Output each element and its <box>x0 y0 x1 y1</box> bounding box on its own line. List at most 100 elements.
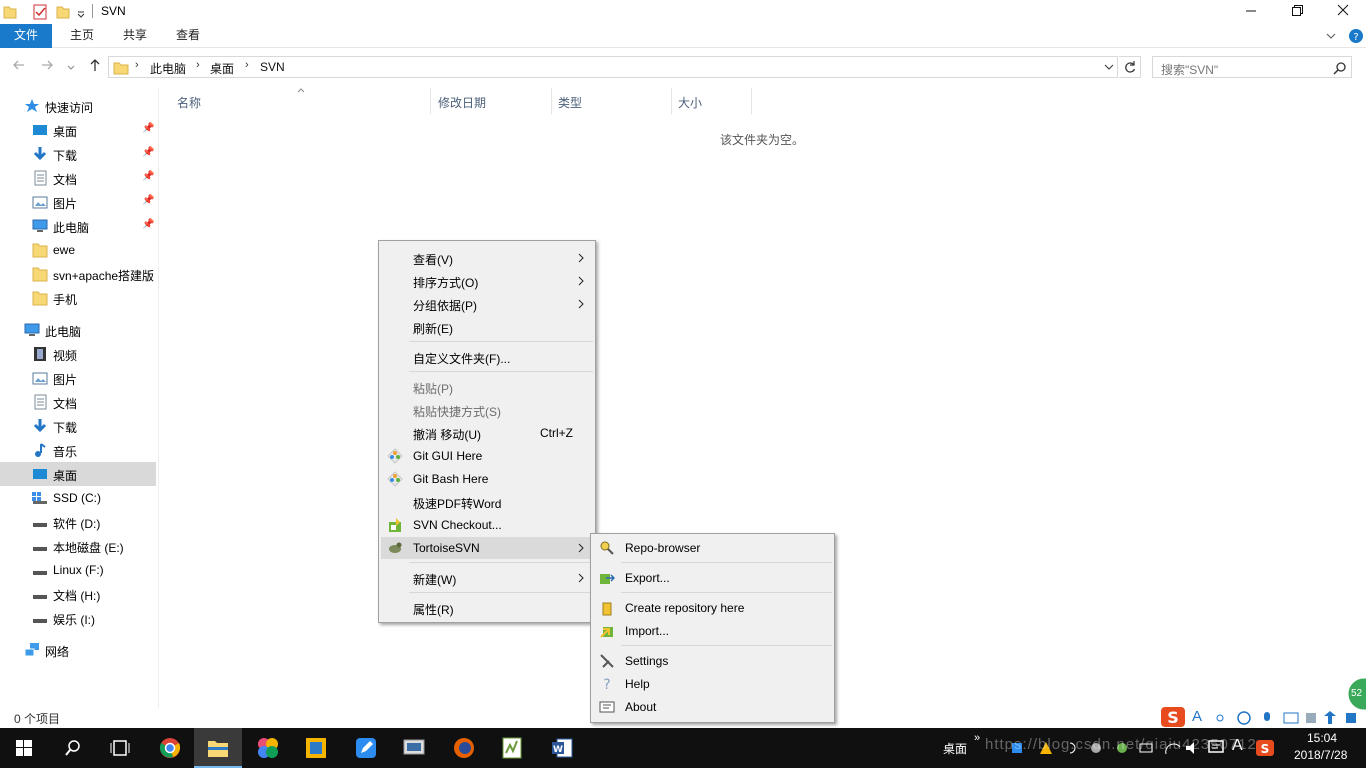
menu-item-create-repository[interactable]: Create repository here <box>593 597 832 619</box>
menu-item-sort[interactable]: 排序方式(O) <box>381 270 593 292</box>
start-button[interactable] <box>0 728 48 768</box>
new-folder-icon[interactable] <box>56 4 70 20</box>
nav-item-pc-documents[interactable]: 文档 <box>0 390 156 414</box>
task-view-button[interactable] <box>96 728 144 768</box>
recent-locations-button[interactable] <box>66 60 76 76</box>
toolbar-expand-icon[interactable]: » <box>974 732 980 744</box>
tab-share[interactable]: 共享 <box>111 24 159 48</box>
menu-item-repo-browser[interactable]: Repo-browser <box>593 537 832 559</box>
clock-time[interactable]: 15:04 <box>1307 731 1337 745</box>
column-divider[interactable] <box>751 88 752 114</box>
nav-item-drive-c[interactable]: SSD (C:) <box>0 486 156 510</box>
menu-item-git-bash[interactable]: Git Bash Here <box>381 468 593 490</box>
nav-item-videos[interactable]: 视频 <box>0 342 156 366</box>
firefox-button[interactable] <box>440 728 488 768</box>
search-button[interactable] <box>48 728 96 768</box>
customize-toolbar-icon[interactable] <box>76 4 86 20</box>
minimize-button[interactable] <box>1228 0 1274 24</box>
photos-app-button[interactable] <box>244 728 292 768</box>
search-input[interactable]: 搜索"SVN" <box>1152 56 1352 78</box>
nav-item-pictures[interactable]: 图片 📌 <box>0 190 156 214</box>
menu-item-paste[interactable]: 粘贴(P) <box>381 376 593 398</box>
nav-item-pc-downloads[interactable]: 下载 <box>0 414 156 438</box>
back-button[interactable] <box>12 58 26 75</box>
drive-icon <box>33 547 47 551</box>
address-dropdown-icon[interactable] <box>1103 63 1115 73</box>
menu-item-export[interactable]: Export... <box>593 567 832 589</box>
ime-language[interactable]: A <box>1192 708 1202 725</box>
up-button[interactable] <box>88 58 102 75</box>
ime-tool-icons[interactable] <box>1210 710 1360 726</box>
ime-toolbar[interactable]: S A <box>1160 706 1366 728</box>
nav-item-drive-d[interactable]: 软件 (D:) <box>0 510 156 534</box>
menu-item-refresh[interactable]: 刷新(E) <box>381 316 593 338</box>
column-header-modified[interactable]: 修改日期 <box>431 88 551 114</box>
app-button[interactable] <box>292 728 340 768</box>
nav-quick-access[interactable]: 快速访问 <box>0 94 156 118</box>
menu-item-about[interactable]: About <box>593 696 832 718</box>
editor-button[interactable] <box>488 728 536 768</box>
nav-item-this-pc-quick[interactable]: 此电脑 📌 <box>0 214 156 238</box>
menu-item-svn-checkout[interactable]: SVN Checkout... <box>381 514 593 536</box>
nav-item-music[interactable]: 音乐 <box>0 438 156 462</box>
clock-date[interactable]: 2018/7/28 <box>1294 748 1347 762</box>
expand-ribbon-icon[interactable] <box>1325 30 1337 42</box>
tab-file[interactable]: 文件 <box>0 24 53 48</box>
nav-item-drive-i[interactable]: 娱乐 (I:) <box>0 606 156 630</box>
word-button[interactable]: W <box>538 728 586 768</box>
menu-item-settings[interactable]: Settings <box>593 650 832 672</box>
refresh-button[interactable] <box>1119 56 1141 78</box>
address-bar[interactable]: › 此电脑 › 桌面 › SVN <box>108 56 1118 78</box>
breadcrumb-desktop[interactable]: 桌面 <box>210 60 234 77</box>
menu-item-new[interactable]: 新建(W) <box>381 567 593 589</box>
sogou-icon[interactable]: S <box>1160 706 1186 728</box>
nav-item-drive-f[interactable]: Linux (F:) <box>0 558 156 582</box>
breadcrumb-separator[interactable]: › <box>135 59 139 71</box>
nav-item-phone[interactable]: 手机 <box>0 286 156 310</box>
chrome-button[interactable] <box>146 728 194 768</box>
forward-button[interactable] <box>40 58 54 75</box>
tab-view[interactable]: 查看 <box>164 24 212 48</box>
menu-item-tortoisesvn[interactable]: TortoiseSVN <box>381 537 593 559</box>
properties-icon[interactable] <box>32 4 48 20</box>
close-button[interactable] <box>1320 0 1366 24</box>
breadcrumb-separator[interactable]: › <box>245 59 249 71</box>
nav-item-ewe[interactable]: ewe <box>0 238 156 262</box>
menu-item-view[interactable]: 查看(V) <box>381 247 593 269</box>
restore-button[interactable] <box>1274 0 1320 24</box>
nav-item-pc-desktop[interactable]: 桌面 <box>0 462 156 486</box>
file-explorer-button[interactable] <box>194 728 242 768</box>
menu-item-undo-move[interactable]: 撤消 移动(U) Ctrl+Z <box>381 422 593 444</box>
notes-button[interactable] <box>342 728 390 768</box>
nav-network[interactable]: 网络 <box>0 638 156 662</box>
menu-item-import[interactable]: Import... <box>593 620 832 642</box>
column-header-size[interactable]: 大小 <box>672 88 752 114</box>
nav-item-desktop[interactable]: 桌面 📌 <box>0 118 156 142</box>
menu-item-customize-folder[interactable]: 自定义文件夹(F)... <box>381 346 593 368</box>
column-header-type[interactable]: 类型 <box>552 88 672 114</box>
desktop-toolbar-label[interactable]: 桌面 <box>943 740 967 757</box>
breadcrumb-separator[interactable]: › <box>196 59 200 71</box>
menu-item-group[interactable]: 分组依据(P) <box>381 293 593 315</box>
nav-item-documents[interactable]: 文档 📌 <box>0 166 156 190</box>
menu-item-paste-shortcut[interactable]: 粘贴快捷方式(S) <box>381 399 593 421</box>
sogou-tray-icon[interactable]: S <box>1255 739 1275 757</box>
menu-item-pdf-to-word[interactable]: 极速PDF转Word <box>381 491 593 513</box>
nav-item-drive-e[interactable]: 本地磁盘 (E:) <box>0 534 156 558</box>
menu-item-properties[interactable]: 属性(R) <box>381 597 593 619</box>
nav-this-pc[interactable]: 此电脑 <box>0 318 156 342</box>
help-icon[interactable]: ? <box>1348 28 1364 44</box>
nav-item-drive-h[interactable]: 文档 (H:) <box>0 582 156 606</box>
nav-item-downloads[interactable]: 下载 📌 <box>0 142 156 166</box>
breadcrumb-svn[interactable]: SVN <box>260 60 285 74</box>
column-header-name[interactable]: 名称 <box>160 88 430 114</box>
menu-item-git-gui[interactable]: Git GUI Here <box>381 445 593 467</box>
nav-item-svn-apache[interactable]: svn+apache搭建版 <box>0 262 156 286</box>
menu-item-help[interactable]: ? Help <box>593 673 832 695</box>
badge-count: 52 <box>1351 688 1363 699</box>
tab-home[interactable]: 主页 <box>58 24 106 48</box>
remote-desktop-button[interactable] <box>390 728 438 768</box>
firefox-icon <box>454 738 474 758</box>
nav-item-pc-pictures[interactable]: 图片 <box>0 366 156 390</box>
breadcrumb-this-pc[interactable]: 此电脑 <box>150 60 186 77</box>
